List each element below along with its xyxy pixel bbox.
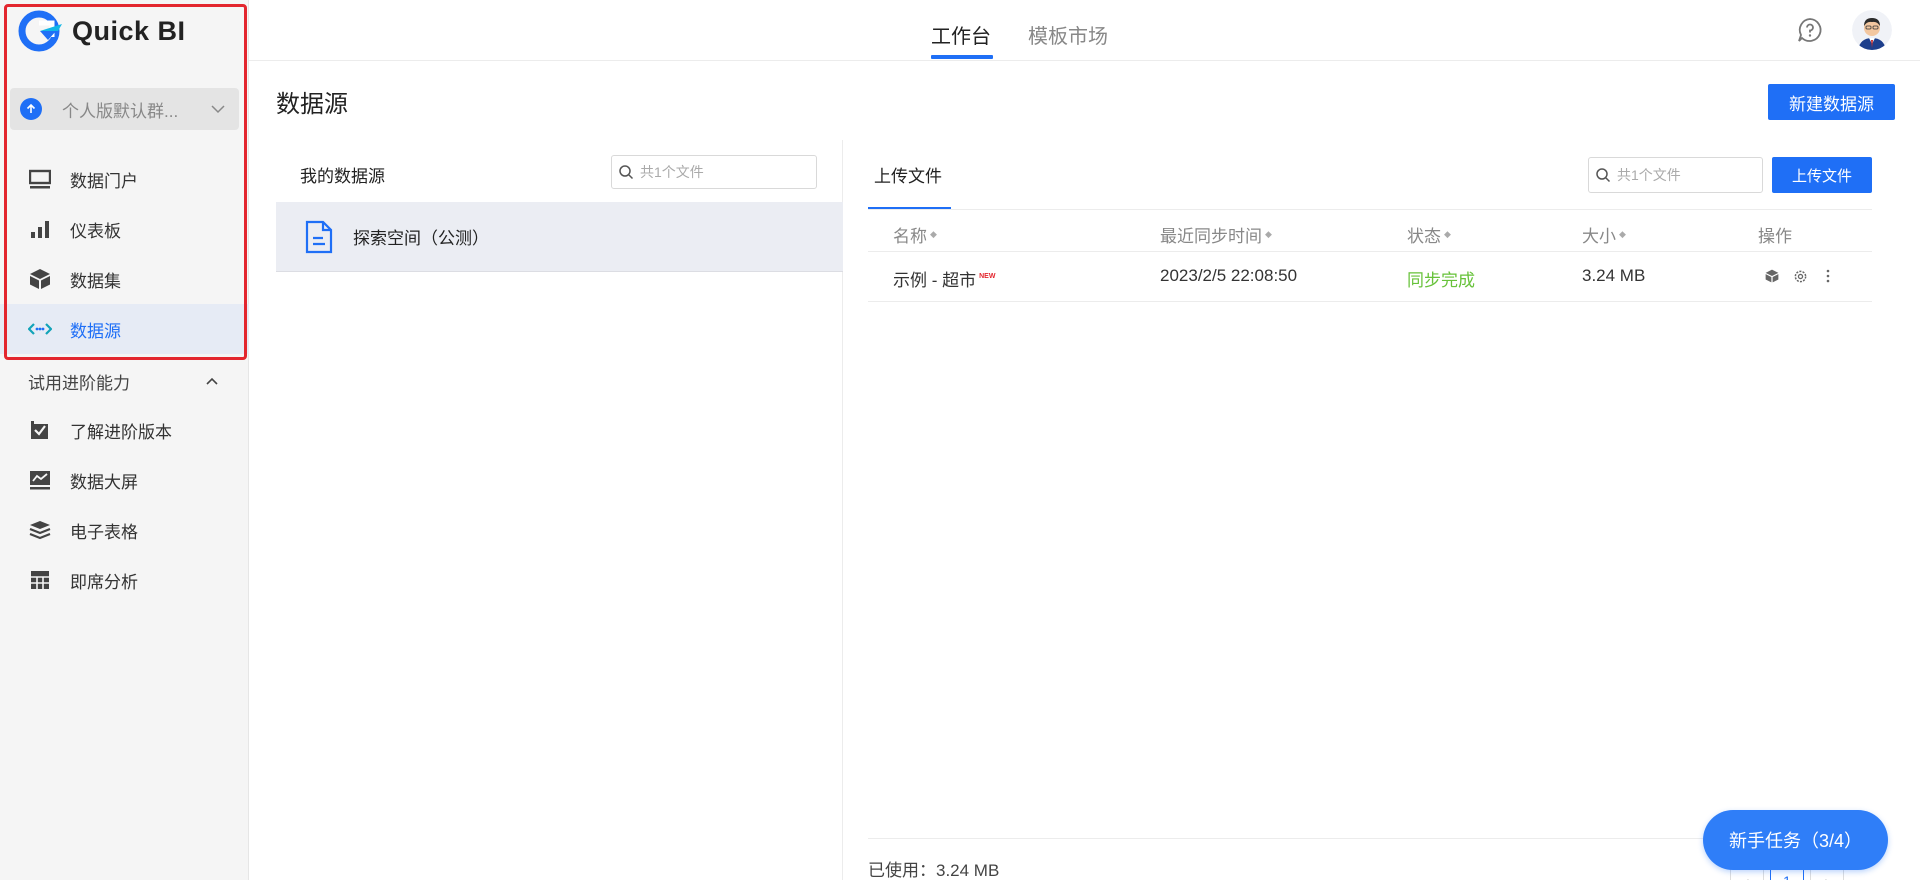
sort-icon: ◆ [1265,229,1272,239]
active-tab-indicator [931,55,993,59]
sidebar-nav: 数据门户 仪表板 数据集 数据源 [0,154,249,354]
column-header-status[interactable]: 状态 ◆ [1407,222,1451,247]
group-icon [20,98,42,120]
file-search-field[interactable] [1588,157,1763,193]
table-row[interactable]: 示例 - 超市 NEW 2023/2/5 22:08:50 同步完成 3.24 M… [868,252,1872,302]
column-label: 大小 [1582,227,1616,246]
sidebar-item-label: 了解进阶版本 [70,422,172,442]
sidebar-item-label: 仪表板 [70,221,121,241]
sidebar-item-dashboard[interactable]: 仪表板 [0,204,249,254]
table-header: 名称 ◆ 最近同步时间 ◆ 状态 ◆ 大小 ◆ 操作 [868,210,1872,252]
column-label: 状态 [1407,227,1441,246]
sidebar-item-data-portal[interactable]: 数据门户 [0,154,249,204]
sidebar-item-datasource[interactable]: 数据源 [0,304,249,354]
group-selector[interactable]: 个人版默认群... [10,88,239,130]
sidebar-item-advanced-version[interactable]: 了解进阶版本 [0,405,249,455]
column-header-actions: 操作 [1758,222,1792,247]
app-logo[interactable]: Quick BI [18,10,186,52]
advanced-section-toggle[interactable]: 试用进阶能力 [0,360,249,402]
my-datasources-panel: 我的数据源 探索空间（公测） [276,140,843,880]
storage-used: 已使用：3.24 MB [868,861,1000,880]
help-icon[interactable] [1797,17,1823,43]
dataset-cube-icon[interactable] [1764,268,1780,284]
size-cell: 3.24 MB [1582,266,1646,285]
row-actions [1764,268,1836,284]
page-title: 数据源 [276,91,348,118]
sidebar-item-label: 数据大屏 [70,472,138,492]
bar-chart-icon [28,217,52,241]
grid-icon [28,568,52,592]
status-cell: 同步完成 [1407,271,1475,290]
sidebar-item-label: 电子表格 [70,522,138,542]
datasource-item-explore-space[interactable]: 探索空间（公测） [276,202,843,272]
datasource-search-input[interactable] [640,164,780,180]
advanced-nav: 了解进阶版本 数据大屏 电子表格 即席分析 [0,405,249,605]
search-icon [1596,168,1611,183]
sort-icon: ◆ [1444,229,1451,239]
upload-files-panel: 上传文件 上传文件 名称◆ 最近同步时间◆ 状态◆ 大小◆ 操作 示例 - 超市… [868,140,1872,880]
column-label: 最近同步时间 [1160,227,1262,246]
column-label: 名称 [893,227,927,246]
sidebar-item-data-screen[interactable]: 数据大屏 [0,455,249,505]
datasource-item-label: 探索空间（公测） [353,229,489,248]
section-title: 试用进阶能力 [28,373,130,393]
sidebar-item-adhoc-analysis[interactable]: 即席分析 [0,555,249,605]
sync-time-cell: 2023/2/5 22:08:50 [1160,266,1298,285]
more-icon[interactable] [1820,268,1836,284]
screen-chart-icon [28,468,52,492]
column-header-name[interactable]: 名称 ◆ [893,222,937,247]
gear-icon[interactable] [1792,268,1808,284]
sidebar-item-label: 数据源 [70,321,121,341]
search-icon [619,165,634,180]
tab-workbench[interactable]: 工作台 [931,20,991,49]
sidebar-item-label: 即席分析 [70,572,138,592]
column-header-sync-time[interactable]: 最近同步时间 ◆ [1160,222,1272,247]
group-name: 个人版默认群... [62,101,179,121]
tab-upload-files[interactable]: 上传文件 [874,162,942,187]
cube-icon [28,267,52,291]
quick-bi-logo-icon [18,10,62,52]
my-datasources-heading: 我的数据源 [300,167,385,186]
sort-icon: ◆ [930,229,937,239]
code-arrows-icon [28,317,52,341]
tab-template-market[interactable]: 模板市场 [1028,20,1108,49]
datasource-search-field[interactable] [611,155,817,189]
upload-file-button[interactable]: 上传文件 [1772,157,1872,193]
layers-icon [28,518,52,542]
sidebar-item-label: 数据集 [70,271,121,291]
chevron-down-icon [207,104,229,114]
beginner-tasks-button[interactable]: 新手任务（3/4） [1703,810,1888,870]
document-icon [305,220,333,253]
avatar[interactable] [1852,10,1892,50]
column-label: 操作 [1758,227,1792,246]
sidebar-item-label: 数据门户 [70,171,138,191]
file-name-cell[interactable]: 示例 - 超市 NEW [893,266,995,291]
sidebar: Quick BI 个人版默认群... 数据门户 仪表板 数据集 数据源 试用进阶… [0,0,249,880]
file-name: 示例 - 超市 [893,271,977,290]
column-header-size[interactable]: 大小 ◆ [1582,222,1626,247]
new-datasource-button[interactable]: 新建数据源 [1768,84,1895,120]
app-name: Quick BI [72,15,186,46]
sort-icon: ◆ [1619,229,1626,239]
new-badge: NEW [979,273,996,280]
file-search-input[interactable] [1617,167,1747,183]
chevron-up-icon [205,377,219,385]
monitor-icon [28,167,52,191]
check-box-icon [28,418,52,442]
sidebar-item-dataset[interactable]: 数据集 [0,254,249,304]
sidebar-item-spreadsheet[interactable]: 电子表格 [0,505,249,555]
